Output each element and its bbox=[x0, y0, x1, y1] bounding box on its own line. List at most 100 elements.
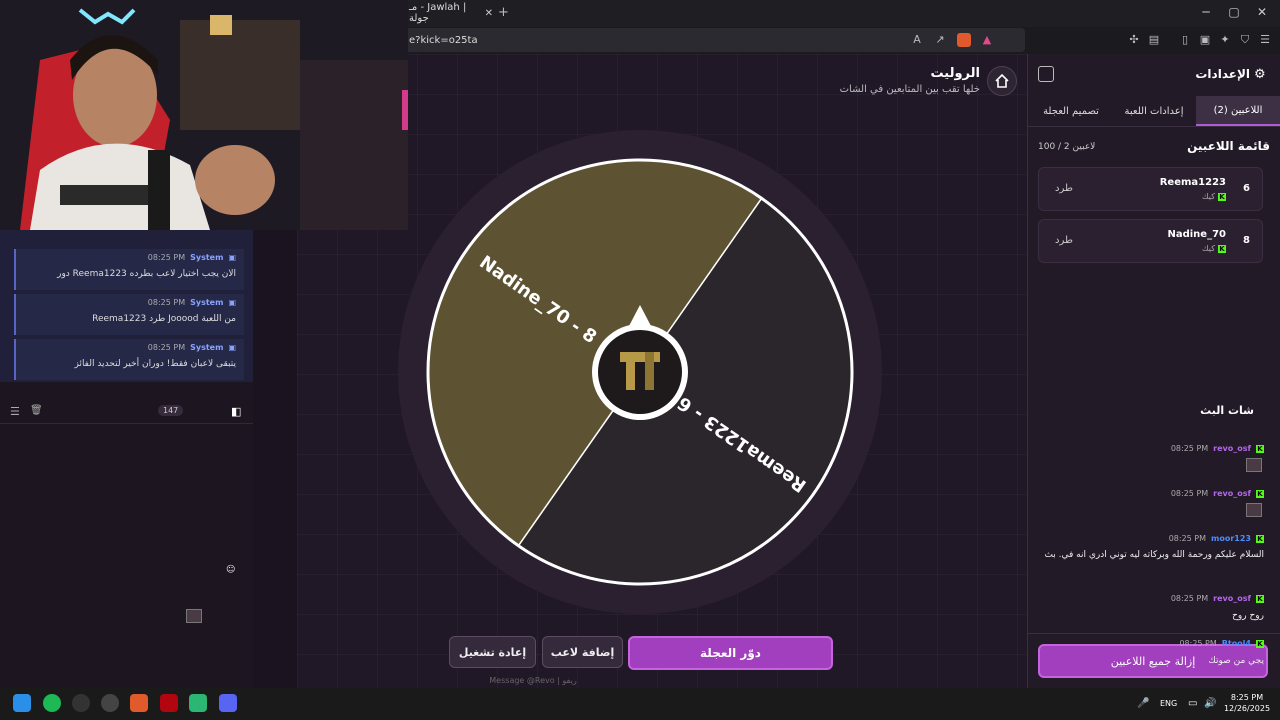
chat-message-text: السلام عليكم ورحمة الله وبركاته ليه توني… bbox=[1044, 550, 1264, 560]
microphone-icon[interactable]: 🎤 bbox=[1137, 698, 1149, 709]
page-subtitle: خلها تقب بين المتابعين في الشات bbox=[839, 84, 980, 95]
sidebar-icon[interactable]: ▯ bbox=[1178, 33, 1192, 47]
panel-divider bbox=[1028, 633, 1280, 634]
tab-close-icon[interactable]: ✕ bbox=[485, 8, 493, 19]
player-name: Reema1223 bbox=[1159, 177, 1226, 188]
player-platform: كيك K bbox=[1202, 192, 1226, 201]
wheel-hub bbox=[598, 330, 682, 414]
clock-date: 12/26/2025 bbox=[1223, 704, 1271, 713]
chat-viewer-count: 147 bbox=[158, 405, 184, 416]
leo-icon[interactable]: ✦ bbox=[1218, 33, 1232, 47]
rewards-icon[interactable]: ▲ bbox=[980, 33, 994, 47]
browser-tab[interactable]: مـ - Jawlah | جولة ✕ bbox=[405, 2, 493, 24]
tab-title: مـ - Jawlah | جولة bbox=[409, 2, 467, 24]
translate-icon[interactable]: A bbox=[910, 33, 924, 47]
system-message: 08:25 PM System ▣ Reema1223 طرد Jooood من … bbox=[14, 294, 244, 335]
roulette-wheel[interactable]: Reema1223 - 6Nadine_70 - 8 bbox=[398, 130, 882, 614]
chat-message-text: روح روح bbox=[1232, 611, 1264, 621]
extensions-icon[interactable]: ✣ bbox=[1127, 33, 1141, 47]
message-author: System bbox=[190, 343, 224, 352]
add-player-button[interactable]: إضافة لاعب bbox=[542, 636, 623, 668]
tab-game-settings[interactable]: إعدادات اللعبة bbox=[1112, 96, 1196, 126]
vpn-icon[interactable]: ⛉ bbox=[1238, 33, 1252, 47]
brave-icon[interactable] bbox=[130, 694, 148, 712]
windows-start-icon[interactable] bbox=[13, 694, 31, 712]
players-count: 100 / 2 لاعبين bbox=[1038, 142, 1096, 152]
kick-logo-icon: K bbox=[1256, 489, 1264, 498]
system-badge-icon: ▣ bbox=[228, 343, 236, 352]
chat-username[interactable]: revo_osf bbox=[1213, 444, 1251, 453]
new-tab-button[interactable]: + bbox=[498, 5, 509, 20]
message-time: 08:25 PM bbox=[1168, 534, 1207, 543]
message-time: 08:25 PM bbox=[1170, 594, 1209, 603]
system-message: 08:25 PM System ▣ يتبقى لاعبان فقط! دوران … bbox=[14, 339, 244, 380]
chat-title: شات البث bbox=[1200, 404, 1254, 417]
chat-message-text: يجي من صوتك bbox=[1208, 656, 1264, 666]
player-platform: كيك K bbox=[1202, 244, 1226, 253]
address-bar[interactable]: e?kick=o25ta bbox=[405, 28, 1025, 52]
message-time: 08:25 PM bbox=[147, 343, 186, 352]
tabs-divider bbox=[1028, 126, 1280, 127]
language-indicator[interactable]: ENG bbox=[1160, 699, 1177, 708]
app-icon[interactable] bbox=[189, 694, 207, 712]
chat-username[interactable]: revo_osf bbox=[1213, 489, 1251, 498]
player-number: 6 bbox=[1243, 183, 1250, 194]
brave-shield-icon[interactable] bbox=[957, 33, 971, 47]
volume-icon[interactable]: 🔊 bbox=[1204, 698, 1216, 709]
kick-player-button[interactable]: طرد bbox=[1055, 183, 1073, 194]
restart-button[interactable]: إعادة تشغيل bbox=[449, 636, 536, 668]
collapse-panel-icon[interactable] bbox=[1038, 66, 1054, 82]
message-author: System bbox=[190, 298, 224, 307]
spin-button[interactable]: دوّر العجلة bbox=[628, 636, 833, 670]
tab-players[interactable]: اللاعبين (2) bbox=[1196, 96, 1280, 126]
menu-icon[interactable]: ☰ bbox=[1258, 33, 1272, 47]
page-title: الروليت bbox=[930, 66, 980, 81]
message-time: 08:25 PM bbox=[1170, 444, 1209, 453]
wallet-icon[interactable]: ▣ bbox=[1198, 33, 1212, 47]
system-badge-icon: ▣ bbox=[228, 253, 236, 262]
tab-wheel-design[interactable]: تصميم العجلة bbox=[1030, 96, 1112, 126]
chat-username[interactable]: Btool4 bbox=[1222, 639, 1251, 648]
maximize-icon[interactable]: ▢ bbox=[1224, 5, 1244, 19]
chat-message-header: 08:25 PM Btool4 K bbox=[1179, 639, 1264, 648]
steam-icon[interactable] bbox=[101, 694, 119, 712]
home-icon bbox=[995, 73, 1009, 88]
player-card: 8 Nadine_70 كيك K طرد bbox=[1038, 219, 1263, 263]
system-message: 08:25 PM System ▣ دور Reema1223 الان يجب ا… bbox=[14, 249, 244, 290]
message-text: Reema1223 طرد Jooood من اللعبة bbox=[92, 314, 236, 324]
chat-username[interactable]: revo_osf bbox=[1213, 594, 1251, 603]
platform-label: كيك bbox=[1202, 192, 1215, 201]
emote-image bbox=[186, 609, 202, 623]
settings-title: الإعدادات bbox=[1195, 67, 1250, 81]
network-icon[interactable]: ▭ bbox=[1188, 698, 1197, 709]
chat-username[interactable]: moor123 bbox=[1211, 534, 1251, 543]
message-input[interactable]: Message @Revo | ريفو bbox=[253, 676, 813, 688]
message-time: 08:25 PM bbox=[147, 298, 186, 307]
taskbar-clock[interactable]: 8:25 PM 12/26/2025 bbox=[1222, 692, 1272, 714]
close-window-icon[interactable]: ✕ bbox=[1252, 5, 1272, 19]
trash-icon[interactable]: 🗑 bbox=[30, 405, 43, 416]
reader-icon[interactable]: ▤ bbox=[1147, 33, 1161, 47]
kick-logo-icon: K bbox=[1256, 639, 1264, 648]
kick-logo-icon: K bbox=[1256, 594, 1264, 603]
share-icon[interactable]: ↗ bbox=[933, 33, 947, 47]
obs-icon[interactable] bbox=[72, 694, 90, 712]
minimize-icon[interactable]: ─ bbox=[1196, 5, 1216, 19]
kick-player-button[interactable]: طرد bbox=[1055, 235, 1073, 246]
message-time: 08:25 PM bbox=[1179, 639, 1217, 648]
emote-image bbox=[1246, 458, 1262, 472]
emote-image bbox=[1246, 503, 1262, 517]
chat-message-header: 08:25 PM revo_osf K bbox=[1171, 444, 1264, 453]
chat-message-header: 08:25 PM revo_osf K bbox=[1171, 594, 1264, 603]
home-button[interactable] bbox=[987, 66, 1017, 96]
discord-icon[interactable] bbox=[219, 694, 237, 712]
message-time: 08:25 PM bbox=[1170, 489, 1209, 498]
netflix-icon[interactable] bbox=[160, 694, 178, 712]
kick-logo-icon: K bbox=[1256, 534, 1264, 543]
spotify-icon[interactable] bbox=[43, 694, 61, 712]
chat-message-header: 08:25 PM moor123 K bbox=[1169, 534, 1264, 543]
kick-logo-icon: K bbox=[1256, 444, 1264, 453]
player-name: Nadine_70 bbox=[1167, 229, 1226, 240]
url-text: e?kick=o25ta bbox=[409, 34, 478, 46]
list-toggle-icon[interactable]: ☰ bbox=[10, 405, 20, 418]
